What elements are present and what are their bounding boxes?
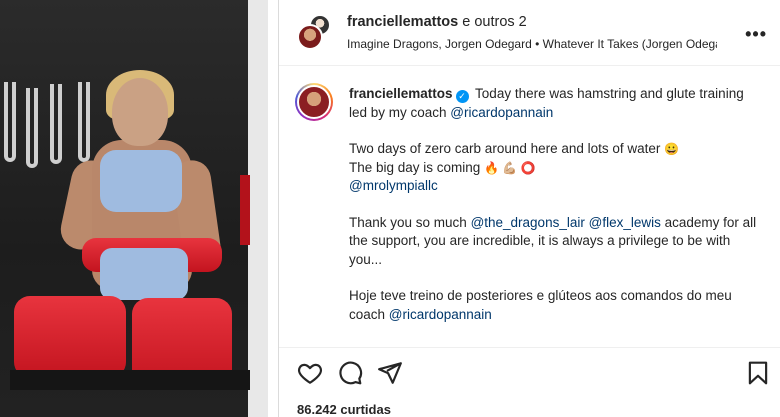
coauthor-avatars[interactable] (297, 14, 333, 50)
post-header: franciellemattos e outros 2 Imagine Drag… (279, 0, 780, 66)
bookmark-icon[interactable] (745, 360, 771, 386)
verified-icon: ✓ (455, 90, 469, 103)
caption-username[interactable]: franciellemattos (349, 86, 453, 101)
post-media-image[interactable] (0, 0, 268, 417)
machine-frame (10, 370, 250, 390)
caption-section: franciellemattos ✓ Today there was hamstr… (279, 67, 780, 347)
caption-text: franciellemattos ✓ Today there was hamstr… (349, 85, 759, 342)
mention-link[interactable]: @flex_lewis (589, 215, 661, 230)
more-icon[interactable]: ••• (745, 24, 767, 45)
mention-link[interactable]: @ricardopannain (389, 307, 492, 322)
mention-link[interactable]: @ricardopannain (450, 105, 553, 120)
caption-line: Thank you so much (349, 214, 471, 230)
music-track[interactable]: Imagine Dragons, Jorgen Odegard • Whatev… (347, 37, 717, 51)
caption-line: The big day is coming (349, 159, 485, 175)
post-sidebar: franciellemattos e outros 2 Imagine Drag… (278, 0, 780, 417)
action-bar: 86.242 curtidas (279, 347, 780, 417)
wall-accent (240, 175, 250, 245)
avatar (297, 24, 323, 50)
post-author[interactable]: franciellemattos e outros 2 (347, 14, 527, 30)
person-top (100, 150, 182, 212)
heart-icon[interactable] (297, 360, 323, 386)
avatar[interactable] (295, 83, 333, 121)
likes-count[interactable]: 86.242 curtidas (297, 402, 391, 417)
mention-link[interactable]: @mrolympiallc (349, 178, 438, 193)
person-shorts (100, 248, 188, 300)
wall-panel (248, 0, 268, 417)
emoji: 😀 (664, 142, 680, 156)
send-icon[interactable] (377, 360, 403, 386)
mention-link[interactable]: @the_dragons_lair (471, 215, 585, 230)
emoji: 🔥 💪🏼 ⭕ (484, 160, 536, 175)
caption-line: Two days of zero carb around here and lo… (349, 141, 665, 156)
person-head (112, 78, 168, 146)
coauthors-label[interactable]: e outros 2 (462, 14, 527, 30)
author-username[interactable]: franciellemattos (347, 14, 458, 30)
machine-pad-left (14, 296, 126, 378)
comment-icon[interactable] (337, 360, 363, 386)
